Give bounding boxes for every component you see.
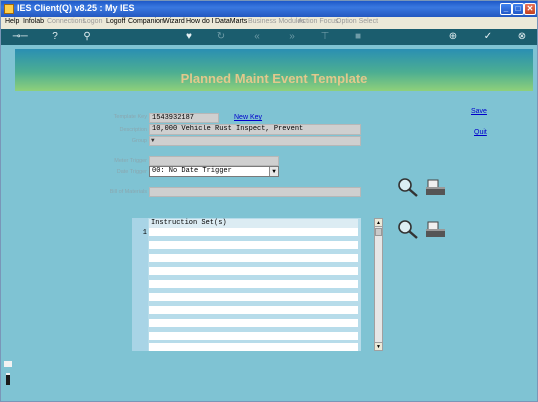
check-icon[interactable]: ✓: [482, 31, 494, 43]
quit-link[interactable]: Quit: [474, 129, 487, 136]
menu-logon: Logon: [83, 18, 103, 25]
menu-logoff[interactable]: Logoff: [106, 18, 125, 25]
menu-help[interactable]: Help: [5, 18, 19, 25]
date-trigger-value: 00: No Date Trigger: [152, 167, 232, 175]
menu-action-focus: Action Focus: [298, 18, 339, 25]
page-title: Planned Maint Event Template: [180, 71, 368, 86]
instruction-grid: Instruction Set(s) 1: [132, 218, 361, 351]
bill-of-materials-label: Bill of Materials: [109, 189, 147, 195]
instruction-row[interactable]: [149, 254, 358, 262]
toolbar: ⊸─ ? ⚲ ♥ ↻ « » ⊤ ■ ⊕ ✓ ⊗: [1, 29, 537, 45]
scanner-icon[interactable]: [424, 177, 446, 197]
back-icon: «: [254, 31, 260, 42]
instruction-row[interactable]: [149, 319, 358, 327]
search-icon[interactable]: ⚲: [81, 31, 93, 43]
forward-icon: »: [289, 31, 295, 42]
magnifier-icon[interactable]: [397, 219, 419, 239]
menu-connections: Connections: [47, 18, 86, 25]
instruction-row[interactable]: [149, 280, 358, 288]
group-label: Group: [131, 138, 147, 144]
menu-infolab[interactable]: Infolab: [23, 18, 44, 25]
meter-trigger-field[interactable]: [149, 156, 279, 166]
key-icon[interactable]: ⊸─: [9, 31, 31, 43]
group-dropdown-icon[interactable]: ▼: [151, 137, 155, 145]
stop-icon: ■: [354, 31, 362, 42]
instruction-scrollbar[interactable]: ▲ ▼: [374, 218, 383, 351]
scroll-up-icon[interactable]: ▲: [375, 219, 382, 227]
group-field[interactable]: ▼: [149, 136, 361, 146]
meter-trigger-label: Meter Trigger: [114, 158, 147, 164]
date-trigger-select[interactable]: 00: No Date Trigger ▼: [149, 166, 279, 177]
row-number-column: [132, 218, 148, 351]
window-title: IES Client(Q) v8.25 : My IES: [17, 3, 135, 13]
close-icon[interactable]: ⊗: [516, 31, 528, 43]
app-window: IES Client(Q) v8.25 : My IES _ □ ✕ Help …: [0, 0, 538, 402]
add-icon[interactable]: ⊕: [447, 31, 459, 43]
menu-bar: Help Infolab Connections Logon Logoff Co…: [1, 17, 537, 29]
scanner-icon[interactable]: [424, 219, 446, 239]
instruction-grid-header: Instruction Set(s): [149, 219, 358, 228]
instruction-row[interactable]: [149, 293, 358, 301]
menu-datamarts[interactable]: DataMarts: [215, 18, 247, 25]
instruction-row[interactable]: [149, 332, 358, 340]
date-trigger-label: Date Trigger: [116, 169, 147, 175]
template-key-field[interactable]: 1543932187: [149, 113, 219, 123]
minimize-button[interactable]: _: [500, 3, 512, 15]
description-label: Description: [119, 127, 147, 133]
description-field[interactable]: 10,000 Vehicle Rust Inspect, Prevent: [149, 124, 361, 135]
magnifier-icon[interactable]: [397, 177, 419, 197]
chevron-down-icon[interactable]: ▼: [269, 167, 278, 176]
page-banner: Planned Maint Event Template: [15, 49, 533, 91]
instruction-row[interactable]: [149, 241, 358, 249]
row-number: 1: [142, 229, 147, 237]
menu-how-do-i[interactable]: How do I: [186, 18, 214, 25]
save-link[interactable]: Save: [471, 108, 487, 115]
heart-icon[interactable]: ♥: [183, 31, 195, 43]
instruction-row[interactable]: [149, 306, 358, 314]
menu-wizard[interactable]: Wizard: [163, 18, 185, 25]
refresh-icon: ↻: [216, 31, 226, 42]
scroll-thumb[interactable]: [375, 228, 382, 236]
new-key-link[interactable]: New Key: [234, 114, 262, 121]
side-logo-icon: [4, 361, 12, 385]
instruction-row[interactable]: [149, 343, 358, 351]
help-icon[interactable]: ?: [49, 31, 61, 43]
title-bar: IES Client(Q) v8.25 : My IES _ □ ✕: [1, 1, 537, 17]
app-icon: [4, 4, 14, 14]
menu-option-select: Option Select: [336, 18, 379, 25]
template-key-label: Template Key: [113, 114, 147, 120]
maximize-button[interactable]: □: [512, 3, 524, 15]
menu-business-modules: Business Modules: [248, 18, 305, 25]
scroll-down-icon[interactable]: ▼: [375, 342, 382, 350]
bill-of-materials-field[interactable]: [149, 187, 361, 197]
menu-companion[interactable]: Companion: [128, 18, 164, 25]
instruction-row[interactable]: [149, 228, 358, 236]
instruction-row[interactable]: [149, 267, 358, 275]
pin-icon: ⊤: [320, 31, 330, 42]
close-button[interactable]: ✕: [524, 3, 536, 15]
